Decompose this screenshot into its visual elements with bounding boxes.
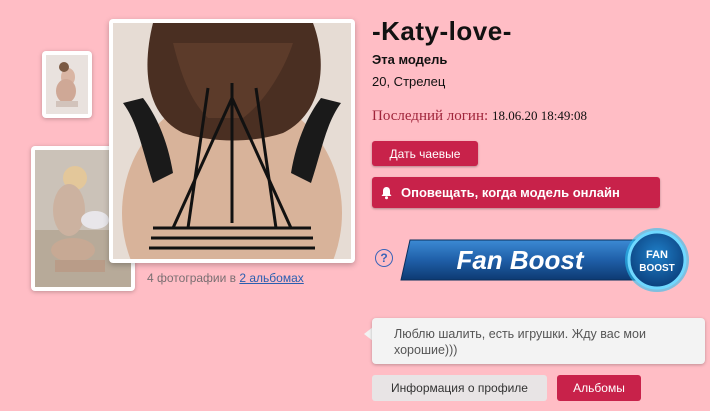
photos-caption: 4 фотографии в 2 альбомах [147, 271, 304, 285]
fanboost-badge-line2: BOOST [639, 263, 675, 274]
bio-bubble: Люблю шалить, есть игрушки. Жду вас мои … [372, 318, 705, 364]
photo-thumbnail-1-image [46, 55, 88, 114]
model-name: -Katy-love- [372, 16, 512, 46]
notify-online-button[interactable]: Оповещать, когда модель онлайн [372, 177, 660, 208]
last-login-value: 18.06.20 18:49:08 [492, 108, 588, 123]
help-icon[interactable]: ? [375, 249, 393, 267]
model-label: Эта модель [372, 52, 448, 67]
tab-albums[interactable]: Альбомы [557, 375, 641, 401]
bio-text: Люблю шалить, есть игрушки. Жду вас мои … [394, 327, 646, 357]
age-zodiac: 20, Стрелец [372, 74, 446, 89]
last-login-label: Последний логин: [372, 108, 489, 124]
tab-profile-info[interactable]: Информация о профиле [372, 375, 547, 401]
photos-count-text: 4 фотографии в [147, 271, 240, 285]
tip-button[interactable]: Дать чаевые [372, 141, 478, 166]
bell-icon [380, 186, 393, 200]
fanboost-banner-text: Fan Boost [456, 245, 584, 275]
albums-link[interactable]: 2 альбомах [239, 271, 303, 285]
fanboost-badge-line1: FAN [646, 249, 668, 261]
photo-thumbnail-1[interactable] [42, 51, 92, 118]
notify-online-label: Оповещать, когда модель онлайн [401, 185, 620, 200]
main-profile-photo[interactable] [109, 19, 355, 263]
main-profile-photo-image [113, 23, 351, 259]
last-login: Последний логин: 18.06.20 18:49:08 [372, 107, 587, 125]
fanboost-banner[interactable]: Fan Boost FAN BOOST [400, 227, 692, 295]
